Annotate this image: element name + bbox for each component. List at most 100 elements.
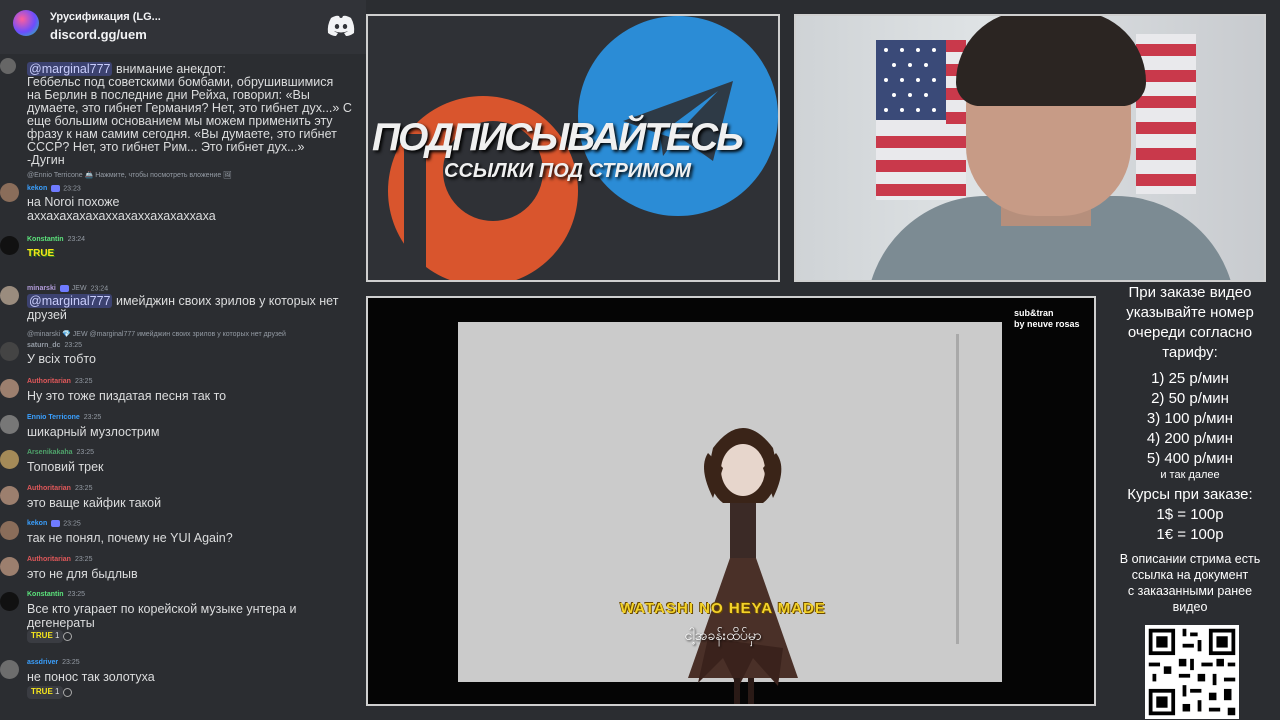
username[interactable]: saturn_dc bbox=[27, 342, 60, 349]
message-text: внимание анекдот: bbox=[115, 62, 226, 76]
timestamp: 23:25 bbox=[76, 449, 95, 456]
credit-line: sub&tran bbox=[1014, 308, 1054, 318]
add-reaction-icon[interactable] bbox=[63, 688, 72, 697]
flag-stripes-icon bbox=[1136, 34, 1196, 194]
badge-icon bbox=[51, 185, 61, 192]
timestamp: 23:25 bbox=[74, 485, 93, 492]
reaction-true[interactable]: TRUE 1 bbox=[27, 630, 64, 643]
avatar[interactable] bbox=[0, 183, 19, 202]
user-mention[interactable]: @marginal777 bbox=[27, 62, 113, 76]
message-text: шикарный музлострим bbox=[27, 425, 160, 439]
reply-preview[interactable]: @minarski 💎 JEW @marginal777 имейджин св… bbox=[27, 330, 286, 338]
message-text: на Noroi похоже bbox=[27, 195, 120, 209]
us-flag-icon bbox=[876, 40, 966, 200]
rate-item: 1$ = 100р bbox=[1156, 506, 1224, 523]
message-text: это ваще кайфик такой bbox=[27, 496, 162, 510]
reaction-count: 1 bbox=[55, 631, 60, 640]
reaction-count: 1 bbox=[55, 687, 60, 696]
username[interactable]: Authoritarian bbox=[27, 556, 71, 563]
timestamp: 23:25 bbox=[74, 556, 93, 563]
role-badge: JEW bbox=[71, 285, 87, 293]
timestamp: 23:25 bbox=[63, 520, 81, 528]
tariff-item: 4) 200 р/мин bbox=[1146, 430, 1234, 447]
username[interactable]: Authoritarian bbox=[27, 485, 71, 492]
server-name: Урусификация (LG... bbox=[50, 11, 161, 23]
true-emote: TRUE bbox=[27, 248, 55, 259]
message-text: думаете, это гибнет Германия? Нет, это г… bbox=[27, 101, 352, 115]
timestamp: 23:24 bbox=[67, 236, 86, 243]
username[interactable]: assdriver bbox=[27, 659, 58, 666]
timestamp: 23:25 bbox=[83, 414, 102, 421]
avatar bbox=[0, 58, 16, 74]
message-text: Ну это тоже пиздатая песня так то bbox=[27, 389, 227, 403]
banner-title: ПОДПИСЫВАЙТЕСЬ bbox=[372, 116, 744, 159]
banner-subtitle: ССЫЛКИ ПОД СТРИМОМ bbox=[444, 160, 692, 182]
username[interactable]: minarski bbox=[27, 285, 56, 292]
avatar[interactable] bbox=[0, 342, 19, 361]
info-line: указывайте номер bbox=[1126, 304, 1254, 321]
message-text: друзей bbox=[27, 308, 67, 322]
badge-icon bbox=[51, 520, 61, 527]
avatar[interactable] bbox=[0, 379, 19, 398]
timestamp: 23:25 bbox=[64, 342, 82, 349]
lyric-romaji: WATASHI NO HEYA MADE bbox=[620, 600, 826, 617]
message-text: дегенераты bbox=[27, 616, 95, 630]
tariff-item: 3) 100 р/мин bbox=[1146, 410, 1234, 427]
message-text: Геббельс под советскими бомбами, обрушив… bbox=[27, 75, 334, 89]
info-note: с заказанными ранее bbox=[1127, 584, 1253, 598]
info-note: В описании стрима есть bbox=[1119, 552, 1261, 566]
avatar[interactable] bbox=[0, 592, 19, 611]
timestamp: 23:25 bbox=[67, 591, 86, 598]
timestamp: 23:24 bbox=[90, 285, 109, 293]
message-text: еще большим основанием мы можем применит… bbox=[27, 114, 333, 128]
username[interactable]: Ennio Terricone bbox=[27, 414, 80, 421]
avatar[interactable] bbox=[0, 450, 19, 469]
timestamp: 23:25 bbox=[62, 659, 80, 666]
badge-icon bbox=[59, 285, 69, 292]
invite-link[interactable]: discord.gg/uem bbox=[50, 27, 147, 42]
server-icon bbox=[13, 10, 39, 36]
username[interactable]: Authoritarian bbox=[27, 378, 71, 385]
message-text: на Берлин в последние дни Рейха, говорил… bbox=[27, 88, 310, 102]
avatar[interactable] bbox=[0, 486, 19, 505]
anime-girl-figure bbox=[688, 428, 798, 704]
username[interactable]: kekon bbox=[27, 185, 47, 192]
video-player[interactable]: sub&tran by neuve rosas WATASHI NO HEYA … bbox=[366, 296, 1096, 706]
discord-logo-icon bbox=[327, 15, 355, 36]
chat-panel: Урусификация (LG... discord.gg/uem @marg… bbox=[0, 0, 366, 720]
tariff-item: 1) 25 р/мин bbox=[1151, 370, 1229, 387]
username[interactable]: Arsenikakaha bbox=[27, 449, 73, 456]
rates-title: Курсы при заказе: bbox=[1127, 486, 1253, 503]
avatar[interactable] bbox=[0, 660, 19, 679]
reaction-true[interactable]: TRUE 1 bbox=[27, 686, 64, 699]
avatar[interactable] bbox=[0, 236, 19, 255]
info-note: ссылка на документ bbox=[1131, 568, 1249, 582]
username[interactable]: Konstantin bbox=[27, 236, 64, 243]
message-text: не понос так золотуха bbox=[27, 670, 155, 684]
avatar[interactable] bbox=[0, 521, 19, 540]
info-line: При заказе видео bbox=[1128, 284, 1252, 301]
username[interactable]: kekon bbox=[27, 520, 47, 527]
order-info-panel: При заказе видео указывайте номер очеред… bbox=[1100, 283, 1280, 720]
message-text: имейджин своих зрилов у которых нет bbox=[115, 294, 339, 308]
message-text: У всіх тобто bbox=[27, 352, 96, 366]
message-text: так не понял, почему не YUI Again? bbox=[27, 531, 233, 545]
info-line: тарифу: bbox=[1162, 344, 1218, 361]
reply-preview[interactable]: @Ennio Terricone 🚢 Нажмите, чтобы посмот… bbox=[27, 171, 232, 179]
subscribe-banner: ПОДПИСЫВАЙТЕСЬ ССЫЛКИ ПОД СТРИМОМ bbox=[366, 14, 780, 282]
lyric-translation: ငါ့အခန်းထိပ်မှာ bbox=[684, 627, 762, 643]
rate-item: 1€ = 100р bbox=[1156, 526, 1224, 543]
username[interactable]: Konstantin bbox=[27, 591, 64, 598]
avatar[interactable] bbox=[0, 286, 19, 305]
webcam-feed bbox=[794, 14, 1266, 282]
avatar[interactable] bbox=[0, 415, 19, 434]
credit-line: by neuve rosas bbox=[1014, 319, 1080, 329]
message-text: СССР? Нет, это гибнет Рим... Это гибнет … bbox=[27, 140, 305, 154]
avatar[interactable] bbox=[0, 557, 19, 576]
add-reaction-icon[interactable] bbox=[63, 632, 72, 641]
user-mention[interactable]: @marginal777 bbox=[27, 294, 113, 308]
message-text: -Дугин bbox=[27, 153, 65, 167]
and-so-on: и так далее bbox=[1160, 469, 1220, 481]
qr-code-icon[interactable] bbox=[1145, 625, 1239, 719]
timestamp: 23:23 bbox=[63, 185, 81, 193]
